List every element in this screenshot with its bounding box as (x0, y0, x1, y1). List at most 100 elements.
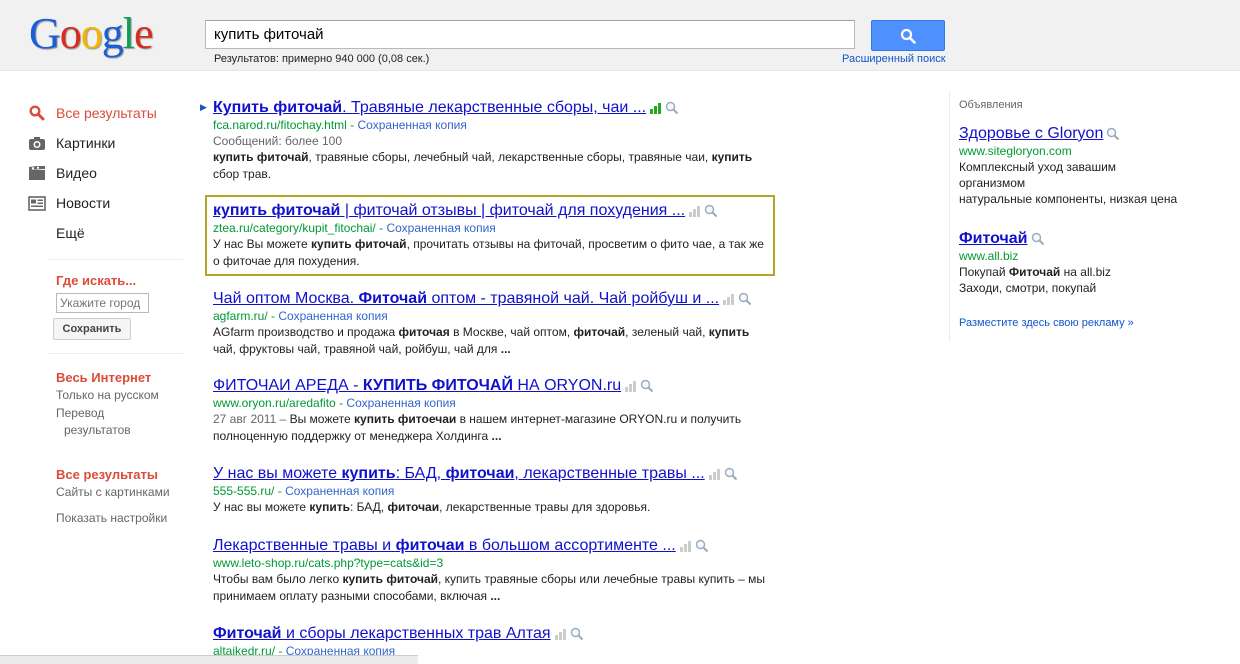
blank-icon (28, 224, 46, 242)
preview-magnifier-icon[interactable] (738, 292, 752, 306)
ad-url: www.all.biz (959, 249, 1019, 263)
text: | фиточай отзывы | фиточай для похудения… (340, 202, 686, 219)
search-input[interactable] (205, 20, 855, 49)
results-filter-all[interactable]: Все результаты (56, 466, 170, 483)
text: ФИТОЧАИ АРЕДА - (213, 377, 363, 394)
result-title-link[interactable]: ФИТОЧАИ АРЕДА - КУПИТЬ ФИТОЧАЙ НА ORYON.… (213, 376, 773, 395)
save-location-button[interactable]: Сохранить (53, 318, 131, 340)
text: Чай оптом Москва. (213, 290, 359, 307)
bold-text: купить (711, 150, 753, 164)
result-title-link[interactable]: Купить фиточай. Травяные лекарственные с… (213, 98, 773, 117)
text: 27 авг 2011 – (213, 412, 290, 426)
bold-text: фиточаи (445, 465, 515, 482)
ad-item: Фиточай www.all.biz Покупай Фиточай на all… (959, 229, 1229, 296)
text: Комплексный уход завашим (959, 160, 1117, 174)
text: в Москве, чай оптом, (449, 325, 574, 339)
nav-item-0[interactable]: Все результаты (28, 98, 188, 128)
result-snippet: купить фиточай, травяные сборы, лечебный… (213, 149, 773, 183)
bold-text: ... (491, 429, 502, 443)
preview-magnifier-icon[interactable] (704, 204, 718, 218)
result-url-text: 555-555.ru/ (213, 484, 275, 498)
text: Лекарственные травы и (213, 537, 396, 554)
result-title-link[interactable]: купить фиточай | фиточай отзывы | фиточа… (213, 201, 773, 220)
web-filter-all[interactable]: Весь Интернет (56, 369, 159, 386)
result-snippet: 27 авг 2011 – Вы можете купить фитоечаи … (213, 411, 773, 445)
preview-magnifier-icon[interactable] (1106, 127, 1120, 141)
ad-text-line: Покупай Фиточай на all.biz (959, 264, 1229, 280)
ad-text-line: Комплексный уход завашим (959, 159, 1229, 175)
preview-magnifier-icon[interactable] (724, 467, 738, 481)
text: Чтобы вам было легко (213, 572, 343, 586)
divider (48, 259, 183, 260)
bold-text: купить (708, 325, 750, 339)
cached-copy-link[interactable]: Сохраненная копия (386, 221, 495, 235)
ad-item: Здоровье с Gloryon www.sitegloryon.com Ком… (959, 124, 1229, 207)
bold-text: Фиточай (1008, 265, 1061, 279)
web-filter-translated[interactable]: Перевод (56, 405, 159, 422)
text: оптом - травяной чай. Чай ройбуш и ... (427, 290, 720, 307)
result-url-text: www.oryon.ru/aredafito (213, 396, 336, 410)
bold-text: Фиточай (213, 625, 282, 642)
google-logo[interactable]: Google (29, 12, 154, 56)
web-filter-translated-2[interactable]: результатов (56, 422, 159, 439)
text: сбор трав. (213, 167, 272, 181)
result-url: www.oryon.ru/aredafito - Сохраненная коп… (213, 395, 773, 411)
bold-text: купить фитоечаи (354, 412, 457, 426)
text: организмом (959, 176, 1026, 190)
nav-item-2[interactable]: Видео (28, 158, 188, 188)
film-icon (28, 164, 46, 182)
bold-text: Купить фиточай (213, 99, 343, 116)
search-button[interactable] (871, 20, 945, 51)
left-nav: Все результаты Картинки Видео Новости Ещё (28, 98, 188, 248)
bold-text: ... (490, 589, 501, 603)
results-filter-images[interactable]: Сайты с картинками (56, 484, 170, 501)
cached-copy-link[interactable]: Сохраненная копия (346, 396, 455, 410)
nav-item-label: Ещё (56, 225, 85, 241)
bold-text: купить фиточай (213, 150, 309, 164)
preview-magnifier-icon[interactable] (695, 539, 709, 553)
result-title-text: Лекарственные травы и фиточаи в большом … (213, 536, 676, 555)
ads-label: Объявления (959, 99, 1023, 111)
relevance-bars-icon (689, 205, 701, 217)
result-url-text: ztea.ru/category/kupit_fitochai/ (213, 221, 376, 235)
divider (48, 353, 183, 354)
result-title-text: купить фиточай | фиточай отзывы | фиточа… (213, 201, 685, 220)
nav-item-4[interactable]: Ещё (28, 218, 188, 248)
search-icon (28, 104, 46, 122)
cached-copy-link[interactable]: Сохраненная копия (285, 484, 394, 498)
web-filter-russian[interactable]: Только на русском (56, 387, 159, 404)
preview-magnifier-icon[interactable] (640, 379, 654, 393)
bold-text: фиточай (573, 325, 626, 339)
result-meta: Сообщений: более 100 (213, 134, 342, 148)
text: НА ORYON.ru (512, 377, 622, 394)
url-separator: - (335, 396, 347, 410)
show-settings-link[interactable]: Показать настройки (56, 510, 167, 527)
cached-copy-link[interactable]: Сохраненная копия (278, 309, 387, 323)
city-input[interactable] (56, 293, 149, 313)
bold-text: купить (341, 465, 396, 482)
result-title-link[interactable]: Чай оптом Москва. Фиточай оптом - травян… (213, 289, 773, 308)
result-title-link[interactable]: Лекарственные травы и фиточаи в большом … (213, 536, 773, 555)
url-separator: - (375, 221, 387, 235)
search-result: Купить фиточай. Травяные лекарственные с… (213, 98, 773, 183)
ad-text-line: Заходи, смотри, покупай (959, 280, 1229, 296)
text: Здоровье с Gloryon (959, 125, 1104, 142)
cached-copy-link[interactable]: Сохраненная копия (358, 118, 467, 132)
nav-item-1[interactable]: Картинки (28, 128, 188, 158)
result-stats: Результатов: примерно 940 000 (0,08 сек.… (214, 53, 430, 65)
preview-magnifier-icon[interactable] (665, 101, 679, 115)
nav-item-3[interactable]: Новости (28, 188, 188, 218)
advanced-search-link[interactable]: Расширенный поиск (842, 53, 946, 65)
preview-magnifier-icon[interactable] (1031, 232, 1045, 246)
result-url: 555-555.ru/ - Сохраненная копия (213, 483, 773, 499)
preview-magnifier-icon[interactable] (570, 627, 584, 641)
text: : БАД, (349, 500, 388, 514)
ad-title-link[interactable]: Фиточай (959, 229, 1229, 248)
bold-text: ... (500, 342, 511, 356)
result-title-link[interactable]: У нас вы можете купить: БАД, фиточаи, ле… (213, 464, 773, 483)
search-icon (900, 28, 916, 44)
ad-title-link[interactable]: Здоровье с Gloryon (959, 124, 1229, 143)
place-ad-link[interactable]: Разместите здесь свою рекламу » (959, 317, 1134, 329)
result-snippet: У нас Вы можете купить фиточай, прочитат… (213, 236, 773, 270)
result-title-link[interactable]: Фиточай и сборы лекарственных трав Алтая (213, 624, 773, 643)
